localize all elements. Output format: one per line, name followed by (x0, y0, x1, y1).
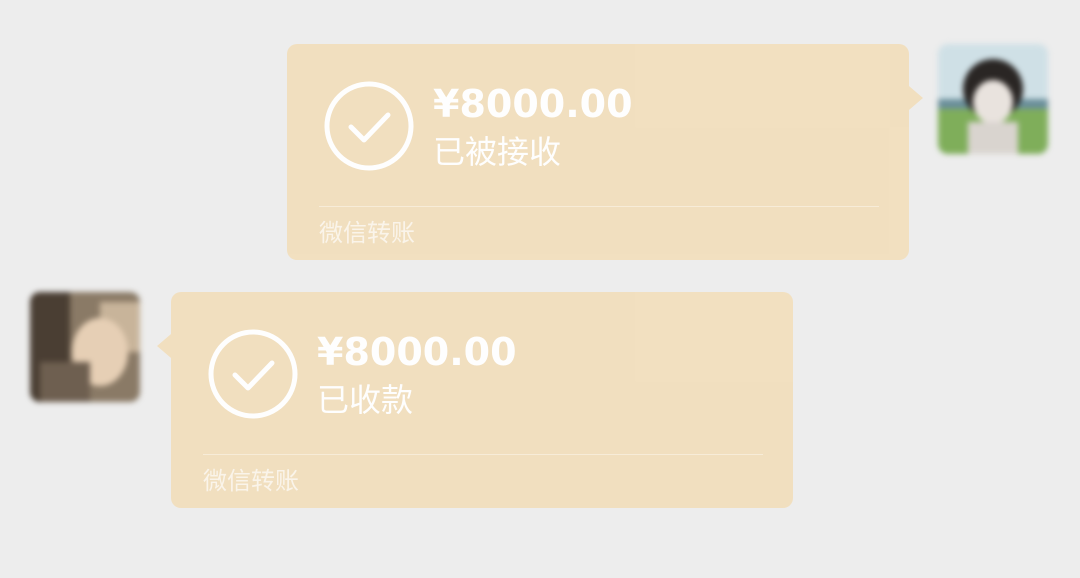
check-circle-icon (323, 80, 415, 172)
transfer-bubble-sent[interactable]: ¥8000.00 已被接收 微信转账 (287, 44, 923, 260)
transfer-amount: ¥8000.00 (317, 330, 517, 374)
avatar-image (938, 44, 1048, 154)
check-circle-icon (207, 328, 299, 420)
bubble-tail (909, 86, 923, 110)
transfer-status: 已被接收 (433, 133, 562, 171)
divider (203, 454, 763, 455)
transfer-bubble-received[interactable]: ¥8000.00 已收款 微信转账 (157, 292, 793, 508)
transfer-status: 已收款 (317, 381, 414, 419)
divider (319, 206, 879, 207)
avatar-contact[interactable] (30, 292, 140, 402)
avatar-image (30, 292, 140, 402)
transfer-source-label: 微信转账 (319, 219, 415, 247)
transfer-amount: ¥8000.00 (433, 82, 633, 126)
transfer-source-label: 微信转账 (203, 467, 299, 495)
bubble-tail (157, 334, 171, 358)
avatar-self[interactable] (938, 44, 1048, 154)
